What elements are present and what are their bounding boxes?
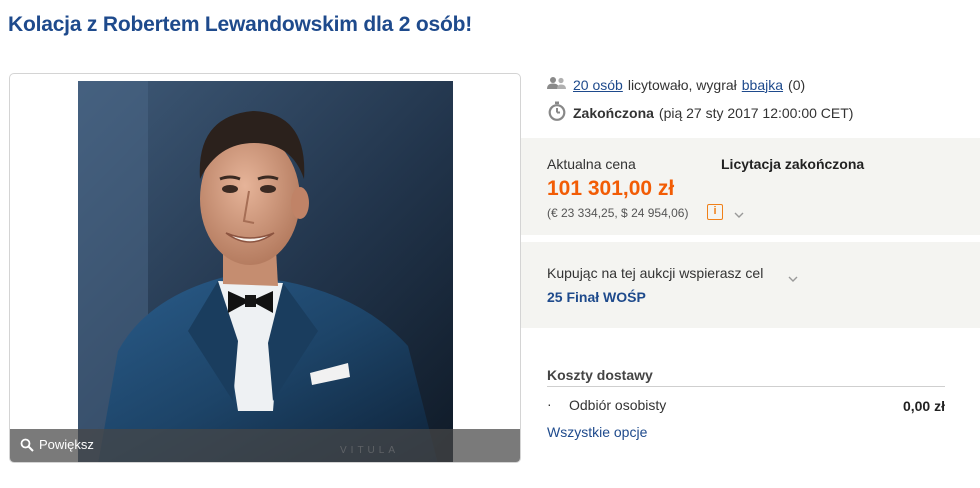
shipping-option-name: Odbiór osobisty: [569, 397, 667, 413]
stopwatch-icon: [547, 101, 567, 124]
price-box: Aktualna cena Licytacja zakończona 101 3…: [521, 138, 980, 235]
product-photo[interactable]: VITULA: [78, 81, 453, 462]
page-title: Kolacja z Robertem Lewandowskim dla 2 os…: [8, 13, 473, 36]
shipping-option-price: 0,00 zł: [902, 398, 945, 414]
current-price: 101 301,00 zł: [547, 177, 675, 200]
search-icon: [20, 438, 34, 452]
winner-rating: (0): [788, 76, 806, 93]
people-icon: [547, 76, 567, 93]
bids-text: licytowało, wygrał: [627, 76, 737, 93]
image-gallery[interactable]: VITULA Powiększ: [9, 73, 521, 463]
auction-status: Licytacja zakończona: [721, 156, 865, 172]
price-label: Aktualna cena: [547, 156, 636, 172]
bullet: ·: [547, 396, 552, 412]
price-converted: (€ 23 334,25, $ 24 954,06): [547, 206, 689, 220]
bidders-count-link[interactable]: 20 osób: [573, 77, 623, 93]
status-label: Zakończona: [573, 104, 654, 121]
charity-link[interactable]: 25 Finał WOŚP: [547, 289, 646, 305]
chevron-down-icon[interactable]: [734, 206, 744, 224]
status-row: Zakończona (pią 27 sty 2017 12:00:00 CET…: [547, 101, 853, 124]
all-shipping-options-link[interactable]: Wszystkie opcje: [547, 424, 647, 440]
shipping-title: Koszty dostawy: [547, 367, 945, 387]
chevron-down-icon[interactable]: [788, 270, 798, 288]
end-date: (pią 27 sty 2017 12:00:00 CET): [658, 104, 854, 121]
charity-text: Kupując na tej aukcji wspierasz cel: [547, 265, 764, 281]
charity-box: Kupując na tej aukcji wspierasz cel 25 F…: [521, 242, 980, 328]
info-icon[interactable]: i: [707, 204, 723, 220]
bids-row: 20 osób licytowało, wygrał bbajka (0): [547, 76, 805, 93]
zoom-label: Powiększ: [39, 437, 94, 452]
zoom-bar: Powiększ: [10, 429, 520, 462]
zoom-button[interactable]: Powiększ: [20, 437, 94, 452]
winner-link[interactable]: bbajka: [742, 77, 783, 93]
